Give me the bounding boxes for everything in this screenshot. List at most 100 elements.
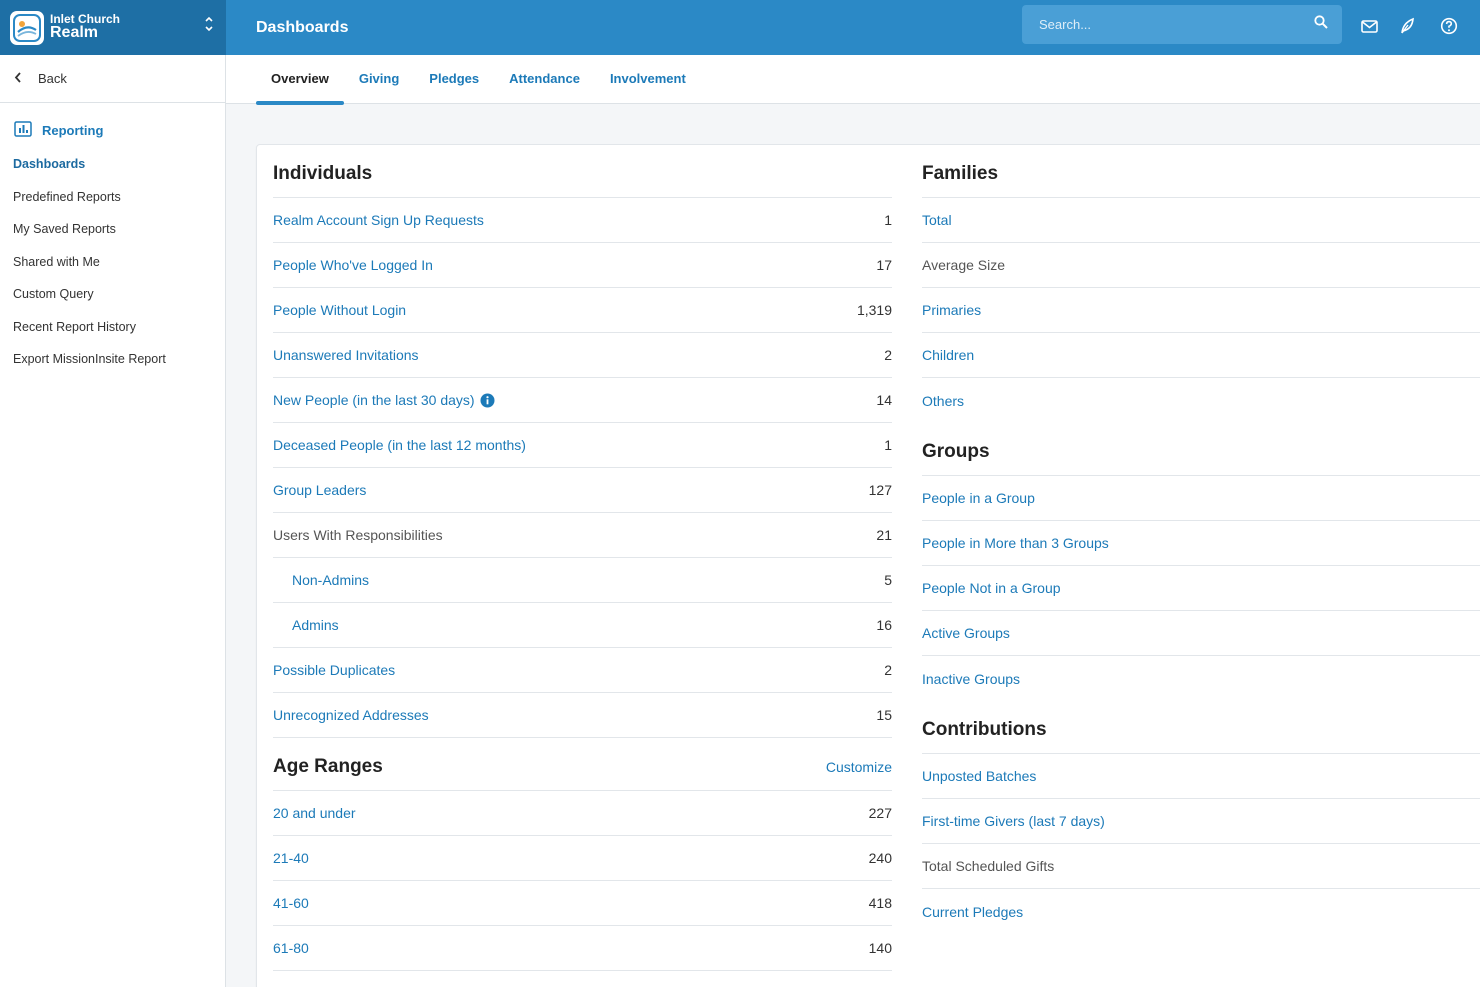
table-row: Children [922, 333, 1480, 378]
stat-link[interactable]: First-time Givers (last 7 days) [922, 813, 1105, 829]
stat-value: 240 [868, 850, 892, 866]
search-icon[interactable] [1314, 15, 1328, 34]
table-row: Group Leaders 127 [273, 468, 892, 513]
stat-link[interactable]: 61-80 [273, 940, 309, 956]
tab-involvement[interactable]: Involvement [595, 55, 701, 104]
stat-link[interactable]: 41-60 [273, 895, 309, 911]
chevron-updown-icon [204, 15, 214, 35]
table-row: 21-40 240 [273, 836, 892, 881]
stat-link[interactable]: Current Pledges [922, 904, 1023, 920]
bar-chart-icon [14, 121, 32, 140]
sidebar-nav: Dashboards Predefined Reports My Saved R… [0, 148, 225, 376]
dashboard-tabs: Overview Giving Pledges Attendance Invol… [226, 55, 1480, 105]
org-switcher[interactable]: Inlet Church Realm [0, 0, 226, 55]
stat-link[interactable]: People Who've Logged In [273, 257, 433, 273]
table-row: People in More than 3 Groups [922, 521, 1480, 566]
table-row: Realm Account Sign Up Requests 1 [273, 198, 892, 243]
stat-link[interactable]: People Without Login [273, 302, 406, 318]
top-bar: Inlet Church Realm Dashboards [0, 0, 1480, 55]
table-row: People Who've Logged In 17 [273, 243, 892, 288]
stat-link[interactable]: Total [922, 212, 952, 228]
stat-link[interactable]: Children [922, 347, 974, 363]
stat-link[interactable]: Others [922, 393, 964, 409]
table-row: Unposted Batches [922, 754, 1480, 799]
table-row: Average Size [922, 243, 1480, 288]
sidebar-item-dashboards[interactable]: Dashboards [0, 148, 225, 181]
table-row: Deceased People (in the last 12 months) 1 [273, 423, 892, 468]
table-row: Inactive Groups [922, 656, 1480, 701]
table-row: 41-60 418 [273, 881, 892, 926]
back-link[interactable]: Back [0, 55, 225, 103]
stat-link[interactable]: Group Leaders [273, 482, 366, 498]
stat-link[interactable]: People in a Group [922, 490, 1035, 506]
table-row: Non-Admins 5 [273, 558, 892, 603]
leaf-icon[interactable] [1395, 14, 1419, 38]
search-box[interactable] [1022, 5, 1342, 44]
section-title-individuals: Individuals [273, 145, 892, 198]
stat-link[interactable]: Unanswered Invitations [273, 347, 419, 363]
sidebar-item-export-missioninsite[interactable]: Export MissionInsite Report [0, 343, 225, 376]
stat-label: Average Size [922, 257, 1006, 273]
stat-value: 2 [884, 662, 892, 678]
stat-value: 2 [884, 347, 892, 363]
table-row: New People (in the last 30 days) 14 [273, 378, 892, 423]
table-row: Others [922, 378, 1480, 423]
page-title: Dashboards [256, 19, 349, 36]
stat-link[interactable]: Active Groups [922, 625, 1010, 641]
tab-pledges[interactable]: Pledges [414, 55, 494, 104]
sidebar-item-predefined-reports[interactable]: Predefined Reports [0, 181, 225, 214]
stat-link[interactable]: Unrecognized Addresses [273, 707, 429, 723]
sidebar-item-my-saved-reports[interactable]: My Saved Reports [0, 213, 225, 246]
section-title-families: Families [922, 145, 1480, 198]
stat-value: 1 [884, 212, 892, 228]
table-row: Active Groups [922, 611, 1480, 656]
stat-value: 14 [876, 392, 892, 408]
table-row: Unrecognized Addresses 15 [273, 693, 892, 738]
stat-label: Users With Responsibilities [273, 527, 443, 543]
customize-link[interactable]: Customize [826, 759, 892, 775]
table-row: Primaries [922, 288, 1480, 333]
stat-value: 1 [884, 437, 892, 453]
back-label: Back [38, 71, 67, 86]
stat-link[interactable]: 21-40 [273, 850, 309, 866]
table-row: First-time Givers (last 7 days) [922, 799, 1480, 844]
table-row: Total [922, 198, 1480, 243]
table-row: Possible Duplicates 2 [273, 648, 892, 693]
search-input[interactable] [1039, 17, 1314, 32]
stat-link[interactable]: New People (in the last 30 days) [273, 392, 475, 408]
stat-link[interactable]: Admins [273, 617, 339, 633]
tab-attendance[interactable]: Attendance [494, 55, 595, 104]
left-column: Individuals Realm Account Sign Up Reques… [273, 145, 892, 971]
stat-link[interactable]: Realm Account Sign Up Requests [273, 212, 484, 228]
tab-overview[interactable]: Overview [256, 55, 344, 105]
stat-link[interactable]: Primaries [922, 302, 981, 318]
app-name: Realm [50, 24, 99, 42]
table-row: Users With Responsibilities 21 [273, 513, 892, 558]
stat-link[interactable]: Non-Admins [273, 572, 369, 588]
stat-value: 5 [884, 572, 892, 588]
stat-link[interactable]: Possible Duplicates [273, 662, 395, 678]
help-icon[interactable] [1437, 14, 1461, 38]
mail-icon[interactable] [1357, 14, 1381, 38]
stat-link[interactable]: Inactive Groups [922, 671, 1020, 687]
sidebar: Back Reporting Dashboards Predefined Rep… [0, 55, 226, 987]
table-row: Unanswered Invitations 2 [273, 333, 892, 378]
stat-link-wrap: New People (in the last 30 days) [273, 392, 495, 408]
stat-link[interactable]: People Not in a Group [922, 580, 1061, 596]
table-row: People Not in a Group [922, 566, 1480, 611]
info-icon[interactable] [480, 393, 495, 408]
stat-link[interactable]: Deceased People (in the last 12 months) [273, 437, 526, 453]
stat-value: 140 [868, 940, 892, 956]
stat-label: Total Scheduled Gifts [922, 858, 1055, 874]
stat-link[interactable]: Unposted Batches [922, 768, 1036, 784]
stat-link[interactable]: People in More than 3 Groups [922, 535, 1109, 551]
table-row: People in a Group [922, 476, 1480, 521]
stat-value: 17 [876, 257, 892, 273]
sidebar-item-custom-query[interactable]: Custom Query [0, 278, 225, 311]
sidebar-item-recent-report-history[interactable]: Recent Report History [0, 311, 225, 344]
sidebar-item-shared-with-me[interactable]: Shared with Me [0, 246, 225, 279]
sidebar-section-reporting[interactable]: Reporting [0, 121, 225, 140]
sidebar-section-label: Reporting [42, 123, 104, 138]
tab-giving[interactable]: Giving [344, 55, 414, 104]
stat-link[interactable]: 20 and under [273, 805, 356, 821]
